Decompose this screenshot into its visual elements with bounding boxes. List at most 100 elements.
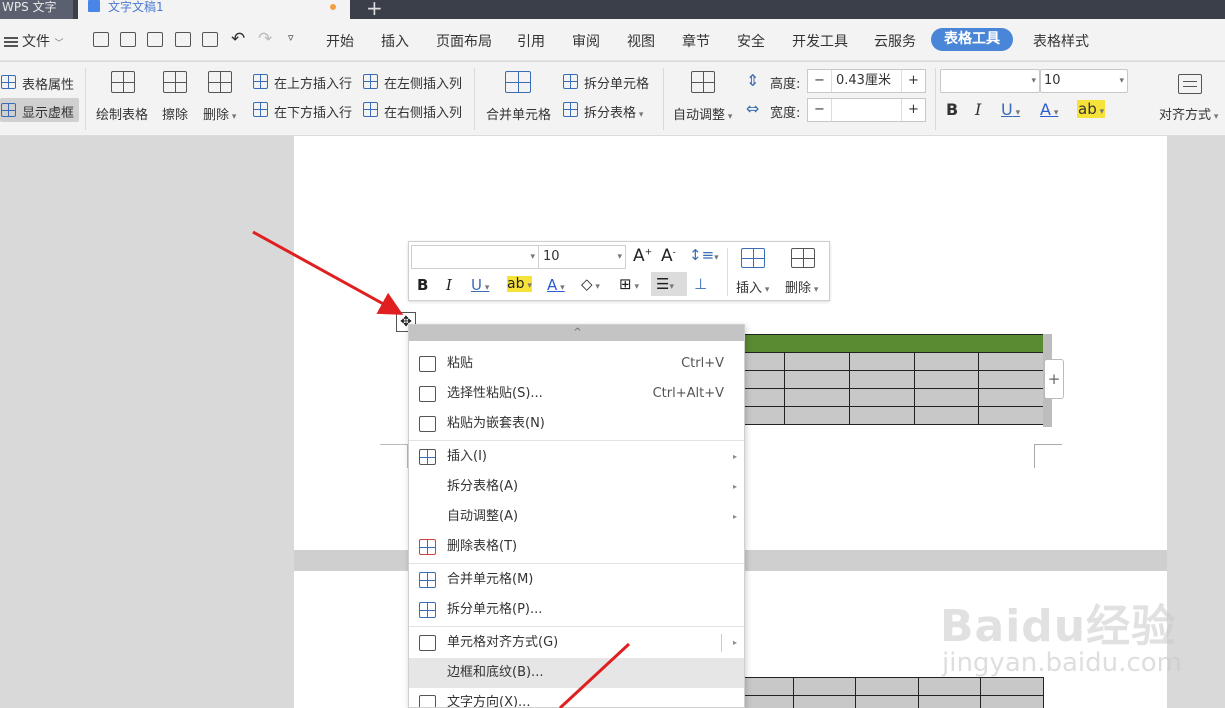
border-icon[interactable]: ⊞ ▾: [619, 275, 639, 293]
table-cell[interactable]: [848, 352, 915, 371]
table-cell[interactable]: [913, 406, 980, 425]
mini-font-size-select[interactable]: 10 ▾: [538, 245, 626, 269]
highlight-button[interactable]: ab ▾: [1077, 100, 1106, 118]
ctx-split-table[interactable]: 拆分表格(A) ▸: [409, 472, 744, 502]
table-cell[interactable]: [848, 370, 915, 389]
mini-italic-button[interactable]: I: [446, 276, 452, 294]
merge-cells-button[interactable]: 合并单元格: [486, 104, 551, 123]
table-cell[interactable]: [978, 370, 1044, 389]
redo-icon[interactable]: ↷: [258, 29, 272, 49]
table-cell[interactable]: [848, 388, 915, 407]
table-cell[interactable]: [784, 352, 850, 371]
document-tab[interactable]: 文字文稿1: [78, 0, 350, 19]
ctx-delete-table[interactable]: 删除表格(T): [409, 532, 744, 562]
line-spacing-icon[interactable]: ↕≡▾: [689, 246, 719, 264]
width-input[interactable]: − +: [807, 98, 926, 122]
table-cell[interactable]: [978, 406, 1044, 425]
menu-page-layout[interactable]: 页面布局: [436, 31, 492, 51]
bold-button[interactable]: B: [946, 100, 958, 119]
font-size-select[interactable]: 10 ▾: [1040, 69, 1128, 93]
split-cells-button[interactable]: 拆分单元格: [584, 73, 649, 92]
table-cell[interactable]: [913, 388, 980, 407]
menu-view[interactable]: 视图: [627, 31, 655, 51]
auto-adjust-button[interactable]: 自动调整 ▾: [673, 104, 732, 123]
erase-button[interactable]: 擦除: [162, 104, 188, 123]
insert-col-right-button[interactable]: 在右侧插入列: [384, 102, 462, 121]
fill-color-icon[interactable]: ◇ ▾: [581, 275, 600, 293]
menu-review[interactable]: 审阅: [572, 31, 600, 51]
table-cell[interactable]: [917, 695, 982, 708]
print-icon[interactable]: [175, 32, 191, 47]
ctx-paste[interactable]: 粘贴 Ctrl+V: [409, 349, 744, 379]
table-cell[interactable]: [792, 695, 857, 708]
table-cell[interactable]: [978, 388, 1044, 407]
table-cell[interactable]: [784, 388, 850, 407]
grow-font-icon[interactable]: A+: [633, 246, 652, 266]
mini-font-color-button[interactable]: A ▾: [547, 276, 565, 294]
split-table-button[interactable]: 拆分表格 ▾: [584, 102, 643, 121]
table-cell[interactable]: [978, 352, 1044, 371]
mini-bold-button[interactable]: B: [417, 276, 428, 294]
table-cell[interactable]: [913, 370, 980, 389]
table-cell[interactable]: [784, 406, 850, 425]
ctx-text-direction[interactable]: 文字方向(X)...: [409, 688, 744, 707]
italic-button[interactable]: I: [975, 100, 981, 119]
ctx-paste-nested[interactable]: 粘贴为嵌套表(N): [409, 409, 744, 439]
mini-highlight-button[interactable]: ab ▾: [507, 276, 532, 292]
ctx-auto-adjust[interactable]: 自动调整(A) ▸: [409, 502, 744, 532]
menu-cloud[interactable]: 云服务: [874, 31, 916, 51]
ctx-cell-align[interactable]: 单元格对齐方式(G) ▸: [409, 628, 744, 658]
menu-dev-tools[interactable]: 开发工具: [792, 31, 848, 51]
ctx-insert[interactable]: 插入(I) ▸: [409, 442, 744, 472]
menu-insert[interactable]: 插入: [381, 31, 409, 51]
file-menu[interactable]: 文件 ﹀: [4, 31, 63, 51]
ctx-split-cells[interactable]: 拆分单元格(P)...: [409, 595, 744, 625]
mini-insert-button[interactable]: 插入 ▾: [736, 277, 769, 296]
new-tab-button[interactable]: +: [366, 0, 383, 20]
table-cell[interactable]: [848, 406, 915, 425]
mini-delete-button[interactable]: 删除 ▾: [785, 277, 818, 296]
width-decrease-button[interactable]: −: [808, 99, 832, 121]
open-icon[interactable]: [93, 32, 109, 47]
undo-icon[interactable]: ↶: [231, 29, 245, 49]
draw-table-button[interactable]: 绘制表格: [96, 104, 148, 123]
height-increase-button[interactable]: +: [901, 70, 925, 92]
menu-section[interactable]: 章节: [682, 31, 710, 51]
width-increase-button[interactable]: +: [901, 99, 925, 121]
document-table-2[interactable]: [730, 677, 1044, 708]
shrink-font-icon[interactable]: A-: [661, 246, 676, 266]
menu-start[interactable]: 开始: [326, 31, 354, 51]
mini-font-name-select[interactable]: ▾: [411, 245, 539, 269]
menu-table-tools[interactable]: 表格工具: [931, 28, 1013, 51]
format-painter-icon[interactable]: ⊥: [694, 275, 707, 293]
table-cell[interactable]: [980, 677, 1044, 696]
show-grid-button[interactable]: 显示虚框: [22, 102, 74, 121]
font-name-select[interactable]: ▾: [940, 69, 1040, 93]
table-cell[interactable]: [792, 677, 857, 696]
ctx-paste-special[interactable]: 选择性粘贴(S)... Ctrl+Alt+V: [409, 379, 744, 409]
add-column-button[interactable]: +: [1044, 359, 1064, 399]
table-cell[interactable]: [855, 695, 919, 708]
save-icon[interactable]: [120, 32, 136, 47]
customize-icon[interactable]: ▿: [288, 31, 294, 44]
height-input[interactable]: − 0.43厘米 +: [807, 69, 926, 93]
insert-row-above-button[interactable]: 在上方插入行: [274, 73, 352, 92]
insert-col-left-button[interactable]: 在左侧插入列: [384, 73, 462, 92]
mini-align-button[interactable]: ☰▾: [651, 272, 687, 296]
mini-underline-button[interactable]: U ▾: [471, 276, 489, 294]
table-cell[interactable]: [917, 677, 982, 696]
app-tab[interactable]: WPS 文字: [0, 0, 73, 19]
context-menu-scroll-up[interactable]: ^: [409, 325, 744, 341]
menu-references[interactable]: 引用: [517, 31, 545, 51]
ctx-merge-cells[interactable]: 合并单元格(M): [409, 565, 744, 595]
align-button[interactable]: 对齐方式 ▾: [1159, 104, 1218, 123]
menu-table-style[interactable]: 表格样式: [1033, 31, 1089, 51]
print-preview-icon[interactable]: [202, 32, 218, 47]
table-cell[interactable]: [784, 370, 850, 389]
table-cell[interactable]: [913, 352, 980, 371]
underline-button[interactable]: U ▾: [1001, 100, 1020, 119]
font-color-button[interactable]: A ▾: [1040, 100, 1058, 119]
height-decrease-button[interactable]: −: [808, 70, 832, 92]
delete-button[interactable]: 删除 ▾: [203, 104, 236, 123]
insert-row-below-button[interactable]: 在下方插入行: [274, 102, 352, 121]
